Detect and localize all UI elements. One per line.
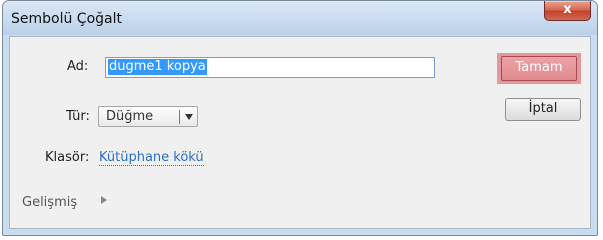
ok-button-focus-ring: Tamam bbox=[497, 53, 581, 84]
cancel-button[interactable]: İptal bbox=[505, 98, 581, 121]
chevron-down-icon bbox=[185, 114, 193, 120]
type-select-value: Düğme bbox=[106, 109, 154, 124]
name-input[interactable]: dugme1 kopya bbox=[105, 57, 435, 78]
title-bar: Sembolü Çoğalt x bbox=[3, 1, 597, 35]
close-button[interactable]: x bbox=[544, 1, 591, 21]
symbol-duplicate-dialog: Sembolü Çoğalt x Ad: dugme1 kopya Tür: D… bbox=[2, 0, 598, 236]
close-icon: x bbox=[563, 2, 572, 17]
advanced-toggle[interactable]: Gelişmiş bbox=[22, 195, 77, 210]
name-label: Ad: bbox=[67, 59, 89, 74]
type-label: Tür: bbox=[66, 109, 90, 124]
type-select[interactable]: Düğme bbox=[98, 106, 198, 127]
expand-arrow-icon[interactable] bbox=[101, 196, 107, 204]
ok-button[interactable]: Tamam bbox=[501, 56, 577, 81]
select-divider bbox=[179, 110, 180, 124]
dialog-title: Sembolü Çoğalt bbox=[11, 11, 122, 27]
folder-link[interactable]: Kütüphane kökü bbox=[99, 150, 204, 166]
folder-label: Klasör: bbox=[45, 150, 90, 165]
dialog-body: Ad: dugme1 kopya Tür: Düğme Klasör: Kütü… bbox=[9, 36, 591, 229]
name-input-value: dugme1 kopya bbox=[108, 59, 207, 75]
